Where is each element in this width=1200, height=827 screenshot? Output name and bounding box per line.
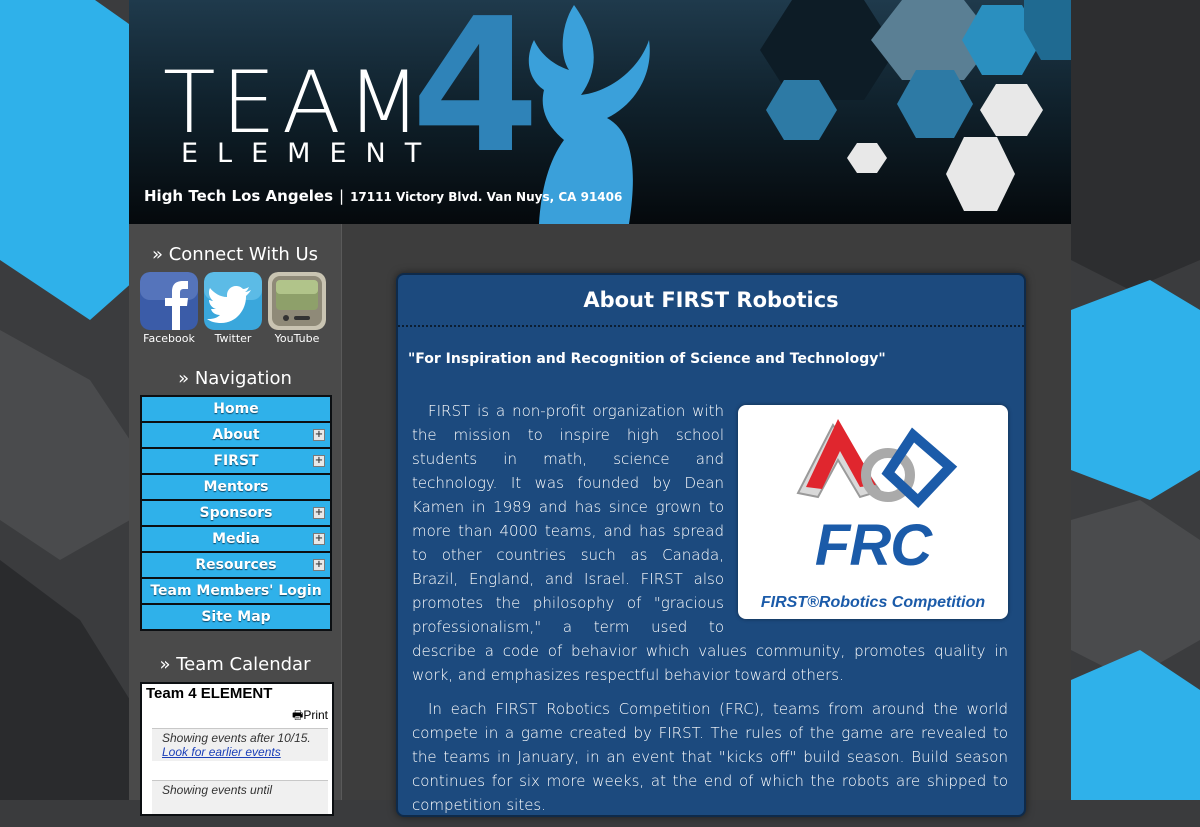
nav-label: About: [212, 427, 260, 443]
twitter-link[interactable]: Twitter: [203, 272, 263, 345]
nav-item-team-login[interactable]: Team Members' Login: [142, 579, 330, 603]
calendar-heading: » Team Calendar: [159, 654, 311, 675]
expand-icon[interactable]: +: [313, 455, 325, 467]
calendar-until-text: Showing events until: [162, 783, 273, 797]
brand-element: ELEMENT: [181, 138, 441, 169]
paragraph-frc: In each FIRST Robotics Competition (FRC)…: [412, 700, 1008, 814]
facebook-link[interactable]: Facebook: [139, 272, 199, 345]
header-banner: 4 TEAM ELEMENT High Tech Los Angeles | 171…: [129, 0, 1071, 224]
nav-label: Media: [212, 531, 260, 547]
print-button[interactable]: 🖶Print: [292, 706, 328, 727]
nav-item-home[interactable]: Home: [142, 397, 330, 421]
nav-label: Sponsors: [199, 505, 273, 521]
frc-logo: FRC FIRST®Robotics Competition: [738, 405, 1008, 619]
calendar-title: Team 4 ELEMENT: [146, 685, 273, 702]
twitter-label: Twitter: [214, 332, 252, 345]
youtube-link[interactable]: YouTube: [267, 272, 327, 345]
article-body: FRC FIRST®Robotics Competition FIRST is …: [412, 399, 1008, 827]
school-address: 17111 Victory Blvd. Van Nuys, CA 91406: [350, 190, 623, 204]
youtube-label: YouTube: [274, 332, 320, 345]
calendar-after-text: Showing events after 10/15.: [162, 731, 311, 745]
frc-subtitle: FIRST®Robotics Competition: [760, 594, 986, 611]
twitter-icon: [204, 272, 262, 330]
page-container: 4 TEAM ELEMENT High Tech Los Angeles | 171…: [129, 0, 1071, 817]
brand-team: TEAM: [163, 53, 427, 153]
nav-item-first[interactable]: FIRST +: [142, 449, 330, 473]
nav-label: Mentors: [203, 479, 269, 495]
nav-label: Resources: [195, 557, 277, 573]
nav-item-site-map[interactable]: Site Map: [142, 605, 330, 629]
printer-icon: 🖶: [291, 708, 304, 722]
nav-item-resources[interactable]: Resources +: [142, 553, 330, 577]
nav-item-media[interactable]: Media +: [142, 527, 330, 551]
nav-item-mentors[interactable]: Mentors: [142, 475, 330, 499]
earlier-events-link[interactable]: Look for earlier events: [162, 745, 281, 759]
expand-icon[interactable]: +: [313, 559, 325, 571]
calendar-until-box: Showing events until: [152, 780, 328, 814]
frc-emblem: [796, 419, 958, 509]
expand-icon[interactable]: +: [313, 533, 325, 545]
facebook-icon: [140, 272, 198, 330]
calendar-after-box: Showing events after 10/15. Look for ear…: [152, 728, 328, 761]
youtube-icon: [268, 272, 326, 330]
first-motto: "For Inspiration and Recognition of Scie…: [408, 351, 886, 367]
content-panel: About FIRST Robotics "For Inspiration an…: [396, 273, 1026, 817]
nav-label: FIRST: [213, 453, 259, 469]
frc-wordmark: FRC: [814, 513, 932, 578]
tagline: High Tech Los Angeles | 17111 Victory Blvd…: [144, 186, 622, 205]
nav-item-sponsors[interactable]: Sponsors +: [142, 501, 330, 525]
facebook-label: Facebook: [143, 332, 195, 345]
connect-heading: » Connect With Us: [151, 244, 319, 265]
nav-item-about[interactable]: About +: [142, 423, 330, 447]
nav-label: Home: [213, 401, 259, 417]
navigation-heading: » Navigation: [178, 368, 292, 389]
navigation-menu: Home About + FIRST + Mentors Sponsors + Med…: [140, 395, 332, 631]
page-title: About FIRST Robotics: [398, 275, 1024, 327]
tagline-separator: |: [339, 187, 345, 205]
print-label: Print: [303, 708, 328, 722]
expand-icon[interactable]: +: [313, 429, 325, 441]
team-calendar: Team 4 ELEMENT 🖶Print Showing events aft…: [140, 682, 334, 816]
nav-label: Team Members' Login: [150, 583, 322, 599]
expand-icon[interactable]: +: [313, 507, 325, 519]
nav-label: Site Map: [201, 609, 271, 625]
school-name: High Tech Los Angeles: [144, 187, 333, 205]
sidebar: » Connect With Us Facebook Twitter YouTu…: [129, 224, 342, 816]
